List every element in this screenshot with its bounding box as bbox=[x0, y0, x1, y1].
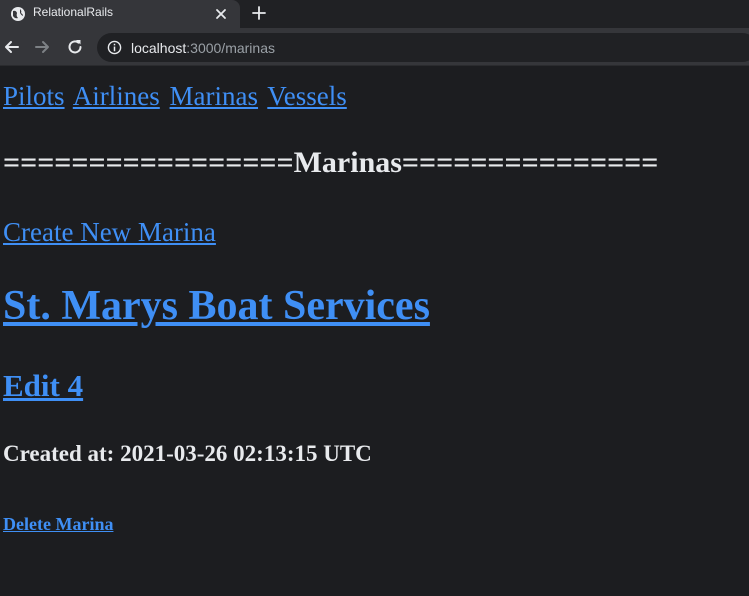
plus-icon[interactable] bbox=[249, 3, 269, 23]
tab-strip: RelationalRails bbox=[0, 0, 749, 28]
browser-tab[interactable]: RelationalRails bbox=[0, 0, 240, 28]
browser-toolbar: localhost:3000/marinas bbox=[0, 28, 749, 66]
create-marina-link[interactable]: Create New Marina bbox=[3, 217, 216, 248]
url-host: localhost bbox=[131, 40, 187, 56]
delete-marina-link[interactable]: Delete Marina bbox=[3, 514, 113, 535]
nav-link-airlines[interactable]: Airlines bbox=[73, 81, 160, 111]
info-icon[interactable] bbox=[107, 40, 122, 55]
edit-heading: Edit 4 bbox=[3, 368, 83, 404]
marina-name-link[interactable]: St. Marys Boat Services bbox=[3, 283, 430, 329]
site-nav: Pilots Airlines Marinas Vessels bbox=[3, 81, 350, 112]
nav-link-pilots[interactable]: Pilots bbox=[3, 81, 65, 111]
forward-arrow-icon[interactable] bbox=[32, 37, 52, 57]
nav-link-vessels[interactable]: Vessels bbox=[267, 81, 347, 111]
url-path: :3000/marinas bbox=[186, 40, 275, 56]
edit-marina-link[interactable]: Edit 4 bbox=[3, 368, 83, 403]
created-at-text: Created at: 2021-03-26 02:13:15 UTC bbox=[3, 441, 372, 466]
marina-name-heading: St. Marys Boat Services bbox=[3, 282, 430, 330]
tab-title: RelationalRails bbox=[33, 5, 114, 19]
page-title: =================Marinas=============== bbox=[3, 146, 659, 179]
page-content: Pilots Airlines Marinas Vessels ========… bbox=[0, 66, 749, 596]
reload-icon[interactable] bbox=[65, 37, 85, 57]
globe-icon bbox=[10, 6, 26, 22]
back-arrow-icon[interactable] bbox=[2, 37, 22, 57]
address-bar[interactable]: localhost:3000/marinas bbox=[97, 33, 749, 62]
nav-link-marinas[interactable]: Marinas bbox=[170, 81, 258, 111]
url-text[interactable]: localhost:3000/marinas bbox=[131, 40, 275, 56]
close-icon[interactable] bbox=[211, 4, 231, 24]
